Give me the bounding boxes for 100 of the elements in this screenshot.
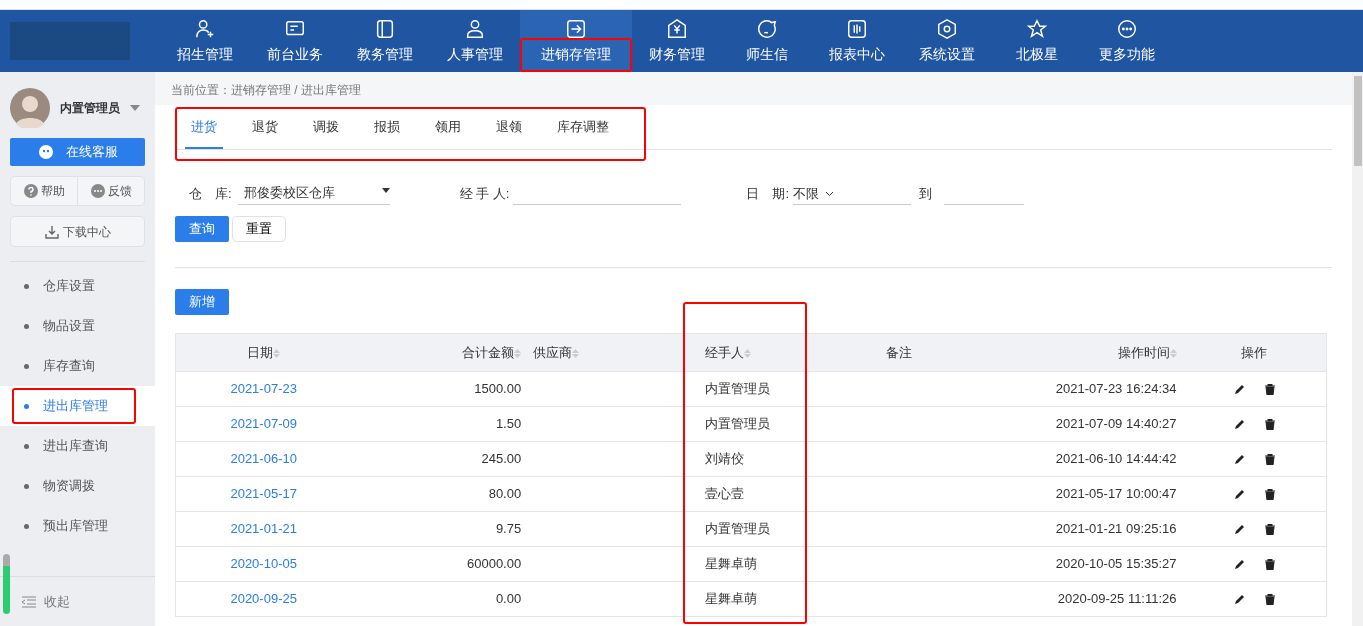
- edit-icon[interactable]: [1233, 594, 1245, 606]
- caret-icon: [130, 105, 140, 111]
- arrow-box-icon: [565, 17, 587, 40]
- table-cell: 2021-07-09 14:40:27: [998, 406, 1183, 442]
- nav-item[interactable]: 北极星: [992, 10, 1082, 72]
- nav-item[interactable]: 进销存管理: [520, 10, 632, 72]
- user-name[interactable]: 内置管理员: [60, 99, 120, 117]
- edit-icon[interactable]: [1233, 524, 1245, 536]
- date-range-select[interactable]: 不限: [793, 183, 842, 205]
- column-header[interactable]: 经手人: [699, 333, 799, 372]
- scrollbar[interactable]: [1352, 72, 1363, 626]
- edit-icon[interactable]: [1233, 559, 1245, 571]
- table-cell: 1.50: [351, 406, 528, 442]
- filter-label: 日 期:: [746, 185, 790, 204]
- tab[interactable]: 报损: [368, 105, 406, 149]
- warehouse-select[interactable]: 邢俊委校区仓库: [237, 183, 390, 205]
- comment-icon: [90, 184, 105, 198]
- nav-item[interactable]: 系统设置: [902, 10, 992, 72]
- date-link[interactable]: 2021-07-23: [175, 371, 352, 407]
- person-icon: [464, 17, 486, 40]
- table-cell: 9.75: [351, 511, 528, 547]
- date-link[interactable]: 2020-09-25: [175, 581, 352, 617]
- feedback-button[interactable]: 反馈: [77, 176, 145, 206]
- chat-icon: [37, 144, 54, 160]
- nav-item[interactable]: 招生管理: [160, 10, 250, 72]
- nav-item[interactable]: 人事管理: [430, 10, 520, 72]
- table-cell: 1500.00: [351, 371, 528, 407]
- menu-icon: [22, 595, 36, 608]
- breadcrumb: 当前位置：进销存管理 / 进出库管理: [155, 72, 1352, 105]
- tab[interactable]: 进货: [185, 105, 223, 149]
- download-icon: [44, 224, 59, 239]
- table-cell: 壹心壹: [699, 476, 799, 512]
- column-header[interactable]: 备注: [798, 333, 999, 372]
- date-link[interactable]: 2021-05-17: [175, 476, 352, 512]
- delete-icon[interactable]: [1264, 489, 1275, 501]
- table-cell: 内置管理员: [699, 371, 799, 407]
- table-cell: 2020-10-05 15:35:27: [998, 546, 1183, 582]
- query-button[interactable]: 查询: [175, 216, 229, 242]
- yen-icon: [666, 17, 688, 40]
- tab[interactable]: 调拨: [307, 105, 345, 149]
- filter-label: 到: [919, 185, 933, 204]
- chart-icon: [846, 17, 868, 40]
- column-header[interactable]: 日期: [175, 333, 352, 372]
- sidebar-item[interactable]: 物资调拨: [0, 466, 155, 506]
- nav-item[interactable]: 教务管理: [340, 10, 430, 72]
- nav-item[interactable]: 报表中心: [812, 10, 902, 72]
- tab[interactable]: 退货: [246, 105, 284, 149]
- chat-icon: [756, 17, 778, 40]
- more-icon: [1116, 17, 1138, 40]
- nav-item[interactable]: 师生信: [722, 10, 812, 72]
- table-cell: 0.00: [351, 581, 528, 617]
- delete-icon[interactable]: [1264, 559, 1275, 571]
- date-link[interactable]: 2020-10-05: [175, 546, 352, 582]
- service-button[interactable]: 在线客服: [10, 138, 145, 166]
- column-header[interactable]: 操作时间: [998, 333, 1183, 372]
- person-plus-icon: [194, 17, 216, 40]
- table-cell: 星舞卓萌: [699, 581, 799, 617]
- delete-icon[interactable]: [1264, 454, 1275, 466]
- edit-icon[interactable]: [1233, 489, 1245, 501]
- table-cell: 245.00: [351, 441, 528, 477]
- nav-item[interactable]: 财务管理: [632, 10, 722, 72]
- date-link[interactable]: 2021-07-09: [175, 406, 352, 442]
- sidebar-item[interactable]: 进出库查询: [0, 426, 155, 466]
- nav-item[interactable]: 更多功能: [1082, 10, 1172, 72]
- delete-icon[interactable]: [1264, 419, 1275, 431]
- star-icon: [1026, 17, 1048, 40]
- sidebar-item[interactable]: 物品设置: [0, 306, 155, 346]
- column-header[interactable]: 操作: [1182, 333, 1327, 372]
- delete-icon[interactable]: [1264, 384, 1275, 396]
- book-icon: [374, 17, 396, 40]
- tab[interactable]: 退领: [490, 105, 528, 149]
- filter-label: 仓 库:: [189, 185, 232, 204]
- column-header[interactable]: 合计金额: [351, 333, 528, 372]
- help-button[interactable]: 帮助: [10, 176, 78, 206]
- download-button[interactable]: 下载中心: [10, 216, 145, 247]
- table-cell: 60000.00: [351, 546, 528, 582]
- reset-button[interactable]: 重置: [232, 216, 287, 242]
- table-cell: 2021-05-17 10:00:47: [998, 476, 1183, 512]
- scrollbar[interactable]: [3, 554, 10, 614]
- edit-icon[interactable]: [1233, 419, 1245, 431]
- sidebar-item[interactable]: 仓库设置: [0, 266, 155, 306]
- chevron-icon: [825, 190, 835, 197]
- edit-icon[interactable]: [1233, 384, 1245, 396]
- edit-icon[interactable]: [1233, 454, 1245, 466]
- tab[interactable]: 库存调整: [551, 105, 615, 149]
- help-icon: [23, 184, 38, 198]
- delete-icon[interactable]: [1264, 594, 1275, 606]
- tab[interactable]: 领用: [429, 105, 467, 149]
- sidebar-item[interactable]: 预出库管理: [0, 506, 155, 546]
- delete-icon[interactable]: [1264, 524, 1275, 536]
- sidebar-item[interactable]: 进出库管理: [0, 386, 155, 426]
- date-link[interactable]: 2021-01-21: [175, 511, 352, 547]
- nav-item[interactable]: 前台业务: [250, 10, 340, 72]
- avatar: [10, 88, 50, 128]
- sidebar-item[interactable]: 库存查询: [0, 346, 155, 386]
- date-link[interactable]: 2021-06-10: [175, 441, 352, 477]
- column-header[interactable]: 供应商: [527, 333, 700, 372]
- table-cell: 内置管理员: [699, 511, 799, 547]
- add-button[interactable]: 新增: [175, 289, 229, 315]
- table-cell: 刘靖佼: [699, 441, 799, 477]
